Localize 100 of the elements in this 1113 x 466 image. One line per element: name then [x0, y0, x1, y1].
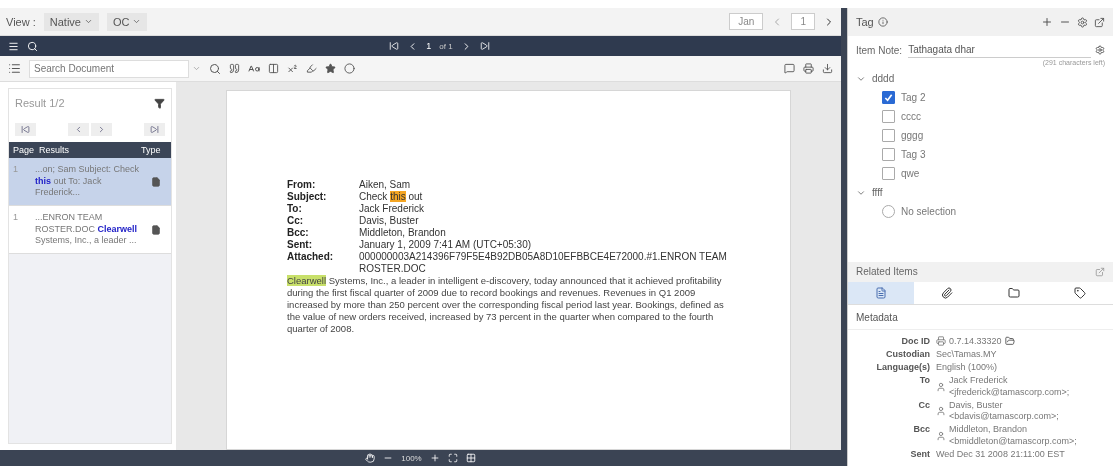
metadata-value: Wed Dec 31 2008 21:11:00 EST [936, 448, 1065, 460]
circle-icon[interactable] [344, 63, 355, 74]
comment-icon[interactable] [784, 63, 795, 74]
search-icon[interactable] [27, 40, 38, 52]
first-page-icon[interactable] [389, 41, 400, 51]
folder-icon [1007, 286, 1020, 299]
tag-group[interactable]: dddd [856, 69, 1105, 88]
metadata-label: Cc [917, 399, 930, 412]
option-dropdown[interactable]: OC [106, 12, 148, 31]
field-value: January 1, 2009 7:41 AM (UTC+05:30) [359, 239, 533, 251]
field-label: Attached: [287, 251, 335, 264]
metadata-label: Doc ID [900, 335, 930, 347]
metadata-label: To [918, 375, 930, 388]
zoom-level: 100% [401, 453, 422, 463]
tag-label: qwe [901, 168, 920, 179]
view-label: View : [6, 15, 36, 28]
result-snippet: ...on; Sam Subject: Check this out To: Jack Frederick... [35, 164, 141, 200]
file-icon [151, 176, 161, 187]
result-snippet: ...ENRON TEAM ROSTER.DOC Clearwell Systems, Inc., a leader ... [35, 212, 139, 248]
tag-label: Tag 3 [901, 149, 926, 160]
panel-title: Related Items [856, 266, 918, 277]
superscript-icon[interactable] [287, 63, 298, 74]
info-icon [877, 17, 888, 27]
page-field[interactable]: 1 [791, 13, 815, 30]
field-value: Davis, Buster [359, 215, 420, 227]
page-size-field[interactable]: Jan [729, 13, 764, 30]
star-icon[interactable] [325, 63, 336, 74]
metadata-label: Sent [909, 448, 930, 460]
first-result-button[interactable] [15, 123, 36, 136]
section-title: Metadata [856, 311, 898, 323]
page-number: 1 [426, 41, 432, 51]
radio-button[interactable] [882, 205, 895, 218]
table-header: Page Results Type [9, 142, 171, 158]
metadata-value: Davis, Buster <bdavis@tamascorp.com>; [949, 399, 1060, 423]
person-icon [936, 406, 946, 416]
checkbox[interactable] [882, 167, 895, 180]
metadata-label: Custodian [885, 348, 930, 360]
page-cell-text: 1 [13, 164, 19, 176]
metadata-value: Middleton, Brandon <bmiddleton@tamascorp.com>; [949, 424, 1078, 447]
case-icon[interactable] [248, 62, 260, 75]
columns-icon[interactable] [268, 63, 279, 74]
note-field[interactable]: Tathagata dhar [908, 42, 1091, 58]
skip-forward-icon [150, 125, 159, 134]
document-tab[interactable] [848, 281, 915, 304]
tag-label: cccc [901, 111, 921, 122]
metadata-value: English (100%) [936, 362, 998, 374]
field-value: 000000003A214396F79F5E4B92DB05A8D10EFBBCE4E72000.#1.ENRON TEAM ROSTER.DOC [359, 251, 728, 275]
chevron-right-icon [97, 125, 106, 134]
tag-label: Tag 2 [901, 92, 926, 103]
list-icon[interactable] [8, 62, 21, 75]
skip-back-icon [21, 125, 30, 134]
result-count: Result 1/2 [15, 97, 65, 109]
field-value: Middleton, Brandon [359, 227, 447, 239]
checkbox[interactable] [882, 110, 895, 123]
field-label: Bcc: [287, 227, 310, 239]
field-label: Subject: [287, 191, 328, 203]
last-result-button[interactable] [144, 123, 165, 136]
print-icon[interactable] [803, 63, 814, 74]
printer-icon [936, 336, 946, 347]
result-row[interactable]: 1 ...on; Sam Subject: Check this out To: Jack Frederick... [9, 158, 171, 207]
last-page-icon[interactable] [479, 41, 490, 51]
hand-icon[interactable] [365, 453, 376, 463]
view-mode-dropdown[interactable]: Native [43, 12, 99, 31]
caret-icon [132, 17, 142, 26]
zoom-in-icon[interactable] [429, 453, 440, 463]
fit-icon[interactable] [447, 453, 458, 463]
metadata-value: Jack Frederick <jfrederick@tamascorp.com>; [949, 375, 1071, 398]
page-cell-text: 1 [13, 212, 19, 224]
field-label: To: [287, 203, 303, 215]
quote-icon[interactable] [229, 63, 240, 74]
checkbox[interactable] [882, 148, 895, 161]
file-icon [151, 224, 161, 235]
document-body: Clearwell Systems, Inc., a leader in intelligent e-discovery, today announced that it achieved profitability during the first fiscal quarter of 2009 due to record bookings and revenues. Revenues in Q1 2009 increased by more than 250 percent over the corresponding fiscal period last year. Bookings, defined as the value of new orders received, increased by 73 percent in the quarter when compared to the fourth quarter of 2008. [287, 275, 725, 335]
metadata-label: Bcc [912, 424, 930, 437]
tag-group[interactable]: ffff [856, 183, 1105, 202]
field-value: Aiken, Sam [359, 179, 412, 191]
download-icon[interactable] [822, 63, 833, 74]
page-count: of 1 [439, 41, 453, 51]
person-icon [936, 430, 946, 441]
metadata-value: Sec\Tamas.MY [936, 348, 997, 360]
field-label: From: [287, 179, 317, 191]
checkbox[interactable] [882, 129, 895, 142]
checkbox[interactable] [882, 91, 895, 104]
settings-icon[interactable] [1095, 45, 1105, 55]
menu-icon[interactable] [8, 40, 19, 52]
field-value: Jack Frederick [359, 203, 425, 215]
result-row[interactable]: 1 ...ENRON TEAM ROSTER.DOC Clearwell Systems, Inc., a leader ... [9, 206, 171, 255]
field-value: Check this out [359, 191, 424, 203]
grid-icon[interactable] [465, 453, 476, 463]
caret-icon [83, 17, 93, 26]
search-icon[interactable] [209, 62, 221, 75]
settings-icon[interactable] [1077, 16, 1088, 28]
panel-title: Tag [856, 16, 874, 28]
popout-icon[interactable] [1094, 16, 1105, 28]
person-icon [936, 381, 946, 392]
add-icon[interactable] [1041, 16, 1053, 28]
tag-label: No selection [901, 206, 957, 217]
folder-icon[interactable] [1004, 336, 1015, 347]
metadata-value: 0.7.14.33320 [949, 335, 1002, 347]
search-field[interactable]: Search Document [29, 59, 189, 78]
